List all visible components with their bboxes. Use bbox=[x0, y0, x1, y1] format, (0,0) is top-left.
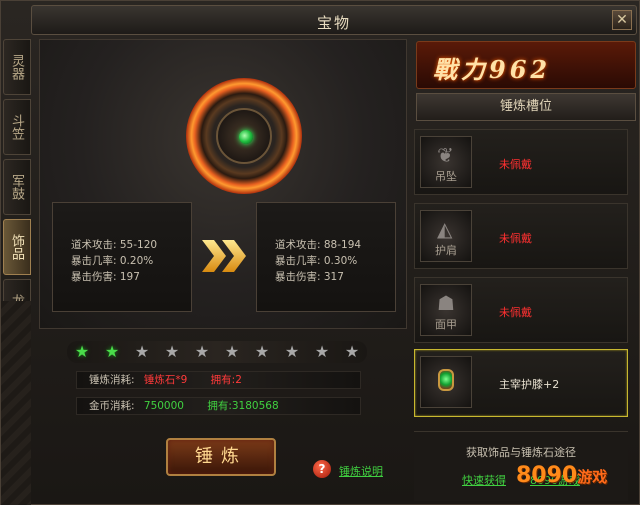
help-icon[interactable]: ? bbox=[313, 460, 331, 478]
current-stat-magic-attack: 道术攻击: 55-120 bbox=[71, 239, 158, 251]
slots-title: 锤炼槽位 bbox=[416, 93, 636, 121]
treasure-window: 宝物 ✕ 灵器 斗笠 军鼓 饰品 龙灵 道术攻击: 55-120 暴击几率: 0… bbox=[0, 0, 640, 505]
knee-guard-slot-status: 主宰护膝+2 bbox=[499, 378, 560, 391]
next-stat-crit-damage: 暴击伤害: 317 bbox=[275, 271, 344, 283]
green-gem-icon bbox=[239, 130, 253, 144]
ornament-icon bbox=[216, 108, 272, 164]
gold-cost-row: 金币消耗: 750000 拥有:3180568 bbox=[76, 397, 361, 415]
mask-slot-name: 面甲 bbox=[435, 318, 457, 331]
current-stat-crit-rate: 暴击几率: 0.20% bbox=[71, 255, 154, 267]
tab-jungu[interactable]: 军鼓 bbox=[3, 159, 31, 215]
title-bar: 宝物 ✕ bbox=[31, 5, 637, 35]
star-filled-icon: ★ bbox=[104, 342, 120, 361]
star-empty-icon: ★ bbox=[344, 342, 360, 361]
combat-power-banner: 戰力962 bbox=[416, 41, 636, 89]
pendant-icon: ❦ bbox=[437, 143, 454, 167]
star-empty-icon: ★ bbox=[314, 342, 330, 361]
refine-preview-panel: 道术攻击: 55-120 暴击几率: 0.20% 暴击伤害: 197 道术攻击:… bbox=[39, 39, 407, 329]
combat-power-value: 戰力962 bbox=[433, 55, 552, 84]
slot-pendant[interactable]: ❦ 吊坠 未佩戴 bbox=[414, 129, 628, 195]
watermark-sub: 游戏 bbox=[577, 468, 608, 486]
stone-cost-row: 锤炼消耗: 锤炼石*9 拥有:2 bbox=[76, 371, 361, 389]
knee-guard-slot-icon bbox=[420, 356, 472, 408]
slot-shoulder[interactable]: ◭ 护肩 未佩戴 bbox=[414, 203, 628, 269]
pendant-slot-name: 吊坠 bbox=[435, 170, 457, 183]
pendant-slot-status: 未佩戴 bbox=[499, 158, 532, 171]
gold-owned-value: 3180568 bbox=[231, 400, 279, 412]
tab-lingqi[interactable]: 灵器 bbox=[3, 39, 31, 95]
knee-guard-icon bbox=[438, 369, 454, 391]
gold-cost-amount: 750000 bbox=[143, 400, 184, 412]
double-arrow-icon bbox=[202, 240, 246, 272]
star-empty-icon: ★ bbox=[284, 342, 300, 361]
tab-douli[interactable]: 斗笠 bbox=[3, 99, 31, 155]
refine-help-link[interactable]: 锤炼说明 bbox=[339, 463, 383, 479]
star-filled-icon: ★ bbox=[74, 342, 90, 361]
mask-slot-status: 未佩戴 bbox=[499, 306, 532, 319]
shoulder-slot-name: 护肩 bbox=[435, 244, 457, 257]
star-empty-icon: ★ bbox=[224, 342, 240, 361]
stone-owned-value: 2 bbox=[235, 374, 242, 386]
gold-cost-label: 金币消耗: bbox=[89, 400, 135, 412]
star-empty-icon: ★ bbox=[164, 342, 180, 361]
site-watermark: 8090游戏 bbox=[516, 463, 607, 488]
shoulder-slot-icon: ◭ 护肩 bbox=[420, 210, 472, 262]
quick-obtain-link[interactable]: 快速获得 bbox=[462, 472, 506, 488]
next-stat-magic-attack: 道术攻击: 88-194 bbox=[275, 239, 362, 251]
shoulder-icon: ◭ bbox=[437, 217, 453, 241]
mask-slot-icon: ☗ 面甲 bbox=[420, 284, 472, 336]
stone-cost-item: 锤炼石*9 bbox=[143, 374, 188, 386]
stone-owned-label: 拥有: bbox=[210, 374, 236, 386]
slot-knee-guard[interactable]: 主宰护膝+2 bbox=[414, 349, 628, 417]
next-stat-crit-rate: 暴击几率: 0.30% bbox=[275, 255, 358, 267]
current-stat-crit-damage: 暴击伤害: 197 bbox=[71, 271, 140, 283]
stone-cost-label: 锤炼消耗: bbox=[89, 374, 135, 386]
tab-shipin[interactable]: 饰品 bbox=[3, 219, 31, 275]
shoulder-slot-status: 未佩戴 bbox=[499, 232, 532, 245]
slot-mask[interactable]: ☗ 面甲 未佩戴 bbox=[414, 277, 628, 343]
side-tabs: 灵器 斗笠 军鼓 饰品 龙灵 bbox=[3, 39, 33, 339]
close-button[interactable]: ✕ bbox=[612, 10, 632, 30]
current-stats-box: 道术攻击: 55-120 暴击几率: 0.20% 暴击伤害: 197 bbox=[52, 202, 192, 312]
mask-icon: ☗ bbox=[437, 291, 455, 315]
refine-star-bar: ★ ★ ★ ★ ★ ★ ★ ★ ★ ★ bbox=[67, 341, 367, 363]
gold-owned-label: 拥有: bbox=[207, 400, 232, 412]
left-decoration bbox=[1, 301, 31, 505]
pendant-slot-icon: ❦ 吊坠 bbox=[420, 136, 472, 188]
next-stats-box: 道术攻击: 88-194 暴击几率: 0.30% 暴击伤害: 317 bbox=[256, 202, 396, 312]
fire-ring-emblem bbox=[186, 78, 302, 194]
obtain-title: 获取饰品与锤炼石途径 bbox=[466, 446, 576, 459]
star-empty-icon: ★ bbox=[134, 342, 150, 361]
window-title: 宝物 bbox=[316, 14, 351, 32]
watermark-main: 8090 bbox=[516, 463, 578, 488]
star-empty-icon: ★ bbox=[194, 342, 210, 361]
refine-button[interactable]: 锤炼 bbox=[166, 438, 276, 476]
star-empty-icon: ★ bbox=[254, 342, 270, 361]
